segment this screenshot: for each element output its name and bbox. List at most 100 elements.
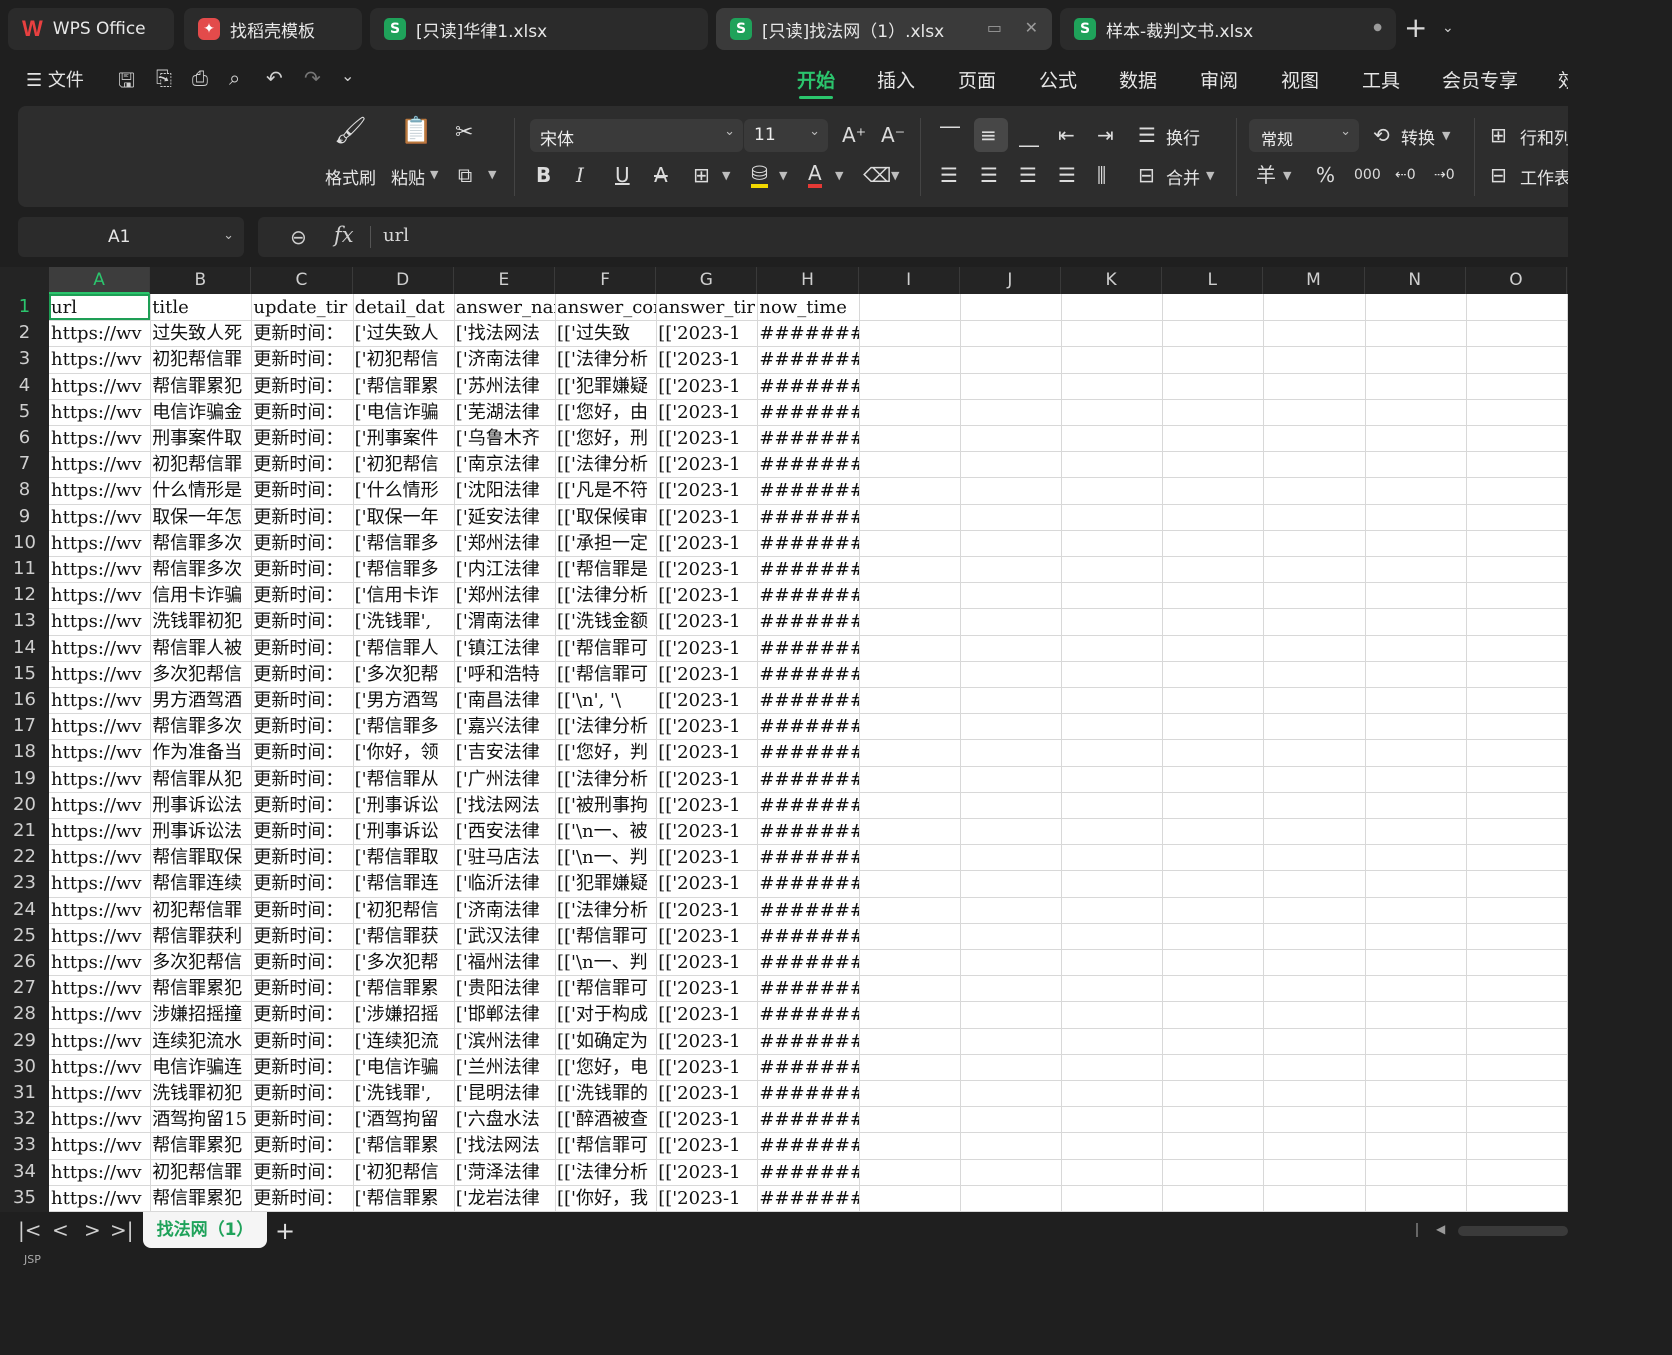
table-cell[interactable]: [['2023-1 xyxy=(656,1185,757,1211)
table-cell[interactable]: [['2023-1 xyxy=(656,504,757,530)
menu-tab-insert[interactable]: 插入 xyxy=(877,66,915,93)
table-cell[interactable]: ['帮信罪多 xyxy=(353,530,454,556)
menu-tab-data[interactable]: 数据 xyxy=(1119,66,1157,93)
menu-tab-efficiency[interactable]: 效 xyxy=(1558,66,1568,93)
copy-icon[interactable]: ⧉ xyxy=(458,164,472,186)
table-cell[interactable]: ['帮信罪取 xyxy=(353,844,454,870)
header-cell[interactable]: title xyxy=(150,294,251,320)
table-cell[interactable]: ######### xyxy=(757,635,858,661)
table-cell[interactable]: https://wv xyxy=(49,713,150,739)
row-header[interactable]: 3 xyxy=(0,348,49,369)
table-cell[interactable]: ######### xyxy=(757,870,858,896)
table-cell[interactable]: [['2023-1 xyxy=(656,1028,757,1054)
table-cell[interactable]: ['初犯帮信 xyxy=(353,346,454,372)
add-sheet-icon[interactable]: + xyxy=(275,1217,295,1245)
table-cell[interactable]: [['2023-1 xyxy=(656,451,757,477)
row-header[interactable]: 8 xyxy=(0,479,49,500)
table-cell[interactable]: ['郑州法律 xyxy=(454,582,555,608)
table-cell[interactable]: [['帮信罪可 xyxy=(555,661,656,687)
table-cell[interactable]: 帮信罪累犯 xyxy=(150,373,251,399)
table-cell[interactable]: [['你好，我 xyxy=(555,1185,656,1211)
align-bottom-icon[interactable]: ⎽ xyxy=(1019,124,1039,146)
column-header[interactable]: F xyxy=(555,267,657,294)
align-middle-icon[interactable]: ≡ xyxy=(980,124,997,146)
table-cell[interactable]: 更新时间： xyxy=(251,870,352,896)
row-header[interactable]: 30 xyxy=(0,1056,49,1077)
distributed-icon[interactable]: ⫼ xyxy=(1097,164,1106,186)
table-cell[interactable]: ['帮信罪累 xyxy=(353,373,454,399)
table-cell[interactable]: 刑事诉讼法 xyxy=(150,792,251,818)
table-cell[interactable]: ['芜湖法律 xyxy=(454,399,555,425)
table-cell[interactable]: ['乌鲁木齐 xyxy=(454,425,555,451)
table-cell[interactable]: ['帮信罪多 xyxy=(353,556,454,582)
row-header[interactable]: 22 xyxy=(0,846,49,867)
table-cell[interactable]: https://wv xyxy=(49,766,150,792)
table-cell[interactable]: https://wv xyxy=(49,530,150,556)
row-header[interactable]: 34 xyxy=(0,1161,49,1182)
table-cell[interactable]: 刑事案件取 xyxy=(150,425,251,451)
table-cell[interactable]: 帮信罪累犯 xyxy=(150,1132,251,1158)
table-cell[interactable]: ['驻马店法 xyxy=(454,844,555,870)
wrap-text-label[interactable]: 换行 xyxy=(1166,124,1200,149)
table-cell[interactable]: 更新时间： xyxy=(251,661,352,687)
table-cell[interactable]: ######### xyxy=(757,451,858,477)
table-cell[interactable]: 更新时间： xyxy=(251,1106,352,1132)
table-cell[interactable]: ['多次犯帮 xyxy=(353,661,454,687)
table-cell[interactable]: 更新时间： xyxy=(251,582,352,608)
table-cell[interactable]: https://wv xyxy=(49,608,150,634)
row-header[interactable]: 23 xyxy=(0,872,49,893)
table-cell[interactable]: [['2023-1 xyxy=(656,1054,757,1080)
tab-file-zhaofawang[interactable]: S [只读]找法网（1）.xlsx ▭ ✕ xyxy=(716,8,1052,50)
table-cell[interactable]: [['2023-1 xyxy=(656,582,757,608)
table-cell[interactable]: 更新时间： xyxy=(251,1001,352,1027)
table-cell[interactable]: 更新时间： xyxy=(251,975,352,1001)
table-cell[interactable]: [['承担一定 xyxy=(555,530,656,556)
table-cell[interactable]: https://wv xyxy=(49,1132,150,1158)
table-cell[interactable]: [['2023-1 xyxy=(656,399,757,425)
row-header[interactable]: 5 xyxy=(0,401,49,422)
table-cell[interactable]: https://wv xyxy=(49,975,150,1001)
table-cell[interactable]: [['\n一、判 xyxy=(555,844,656,870)
table-cell[interactable]: ['洗钱罪', xyxy=(353,608,454,634)
table-cell[interactable]: https://wv xyxy=(49,1106,150,1132)
table-cell[interactable]: [['2023-1 xyxy=(656,739,757,765)
table-cell[interactable]: [['如确定为 xyxy=(555,1028,656,1054)
column-header[interactable]: O xyxy=(1466,267,1567,294)
menu-tab-tools[interactable]: 工具 xyxy=(1362,66,1400,93)
table-cell[interactable]: ######### xyxy=(757,346,858,372)
table-cell[interactable]: [['洗钱罪的 xyxy=(555,1080,656,1106)
table-cell[interactable]: 帮信罪多次 xyxy=(150,713,251,739)
menu-tab-home[interactable]: 开始 xyxy=(797,66,835,93)
table-cell[interactable]: 更新时间： xyxy=(251,897,352,923)
header-cell[interactable]: answer_tir xyxy=(656,294,757,320)
next-sheet-icon[interactable]: > xyxy=(84,1218,101,1242)
window-mode-icon[interactable]: ▭ xyxy=(987,18,1002,37)
table-cell[interactable]: 更新时间： xyxy=(251,346,352,372)
italic-icon[interactable]: I xyxy=(576,164,584,186)
header-cell[interactable]: url xyxy=(49,294,151,320)
table-cell[interactable]: ######### xyxy=(757,792,858,818)
table-cell[interactable]: ['帮信罪累 xyxy=(353,1185,454,1211)
table-cell[interactable]: 信用卡诈骗 xyxy=(150,582,251,608)
table-cell[interactable]: ['郑州法律 xyxy=(454,530,555,556)
table-cell[interactable]: ['延安法律 xyxy=(454,504,555,530)
fill-color-chevron-icon[interactable]: ▼ xyxy=(779,169,787,182)
table-cell[interactable]: [['您好，由 xyxy=(555,399,656,425)
row-header[interactable]: 4 xyxy=(0,375,49,396)
header-cell[interactable]: update_tir xyxy=(251,294,352,320)
column-header[interactable]: A xyxy=(49,267,151,294)
table-cell[interactable]: ['初犯帮信 xyxy=(353,897,454,923)
table-cell[interactable]: https://wv xyxy=(49,739,150,765)
row-header[interactable]: 27 xyxy=(0,977,49,998)
column-header[interactable]: E xyxy=(454,267,555,294)
table-cell[interactable]: [['2023-1 xyxy=(656,713,757,739)
table-cell[interactable]: [['\n一、被 xyxy=(555,818,656,844)
table-cell[interactable]: 电信诈骗连 xyxy=(150,1054,251,1080)
format-painter-icon[interactable]: 🖌 xyxy=(334,118,367,144)
row-header[interactable]: 26 xyxy=(0,951,49,972)
row-header[interactable]: 14 xyxy=(0,637,49,658)
table-cell[interactable]: ['刑事诉讼 xyxy=(353,818,454,844)
menu-tab-view[interactable]: 视图 xyxy=(1281,66,1319,93)
table-cell[interactable]: 更新时间： xyxy=(251,844,352,870)
table-cell[interactable]: ######### xyxy=(757,504,858,530)
